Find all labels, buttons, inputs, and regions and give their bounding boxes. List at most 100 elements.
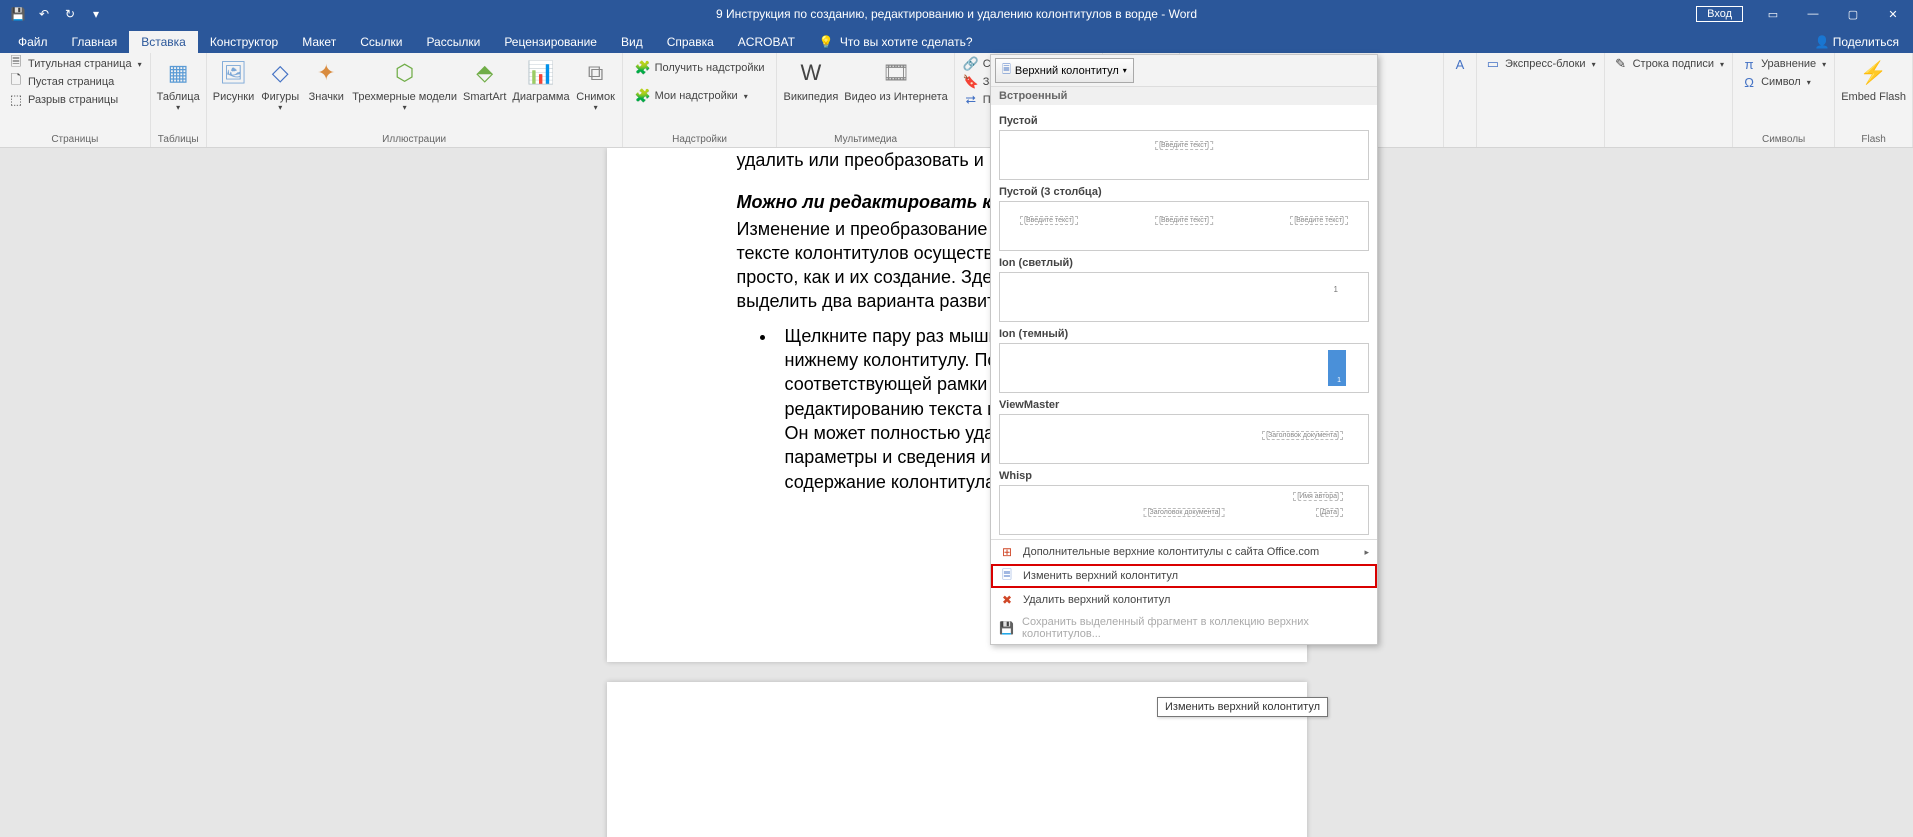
page-break-button[interactable]: ⬚Разрыв страницы xyxy=(4,91,122,109)
ribbon-options-icon[interactable]: ▭ xyxy=(1753,0,1793,28)
addins-icon: 🧩 xyxy=(635,88,651,104)
remove-header-icon: ✖ xyxy=(999,592,1015,608)
screenshot-icon: ⧉ xyxy=(580,57,612,89)
gallery-item-label: Ion (светлый) xyxy=(999,257,1369,269)
quickparts-button[interactable]: ▭Экспресс-блоки▾ xyxy=(1481,55,1600,73)
quickparts-icon: ▭ xyxy=(1485,56,1501,72)
page-break-icon: ⬚ xyxy=(8,92,24,108)
group-label: Иллюстрации xyxy=(211,132,618,147)
title-bar: 💾 ↶ ↻ ▾ 9 Инструкция по созданию, редакт… xyxy=(0,0,1913,28)
remove-header-button[interactable]: ✖ Удалить верхний колонтитул xyxy=(991,588,1377,612)
tooltip: Изменить верхний колонтитул xyxy=(1157,697,1328,717)
gallery-item-label: Пустой xyxy=(999,115,1369,127)
undo-icon[interactable]: ↶ xyxy=(32,2,56,26)
maximize-icon[interactable]: ▢ xyxy=(1833,0,1873,28)
group-text: ▭Экспресс-блоки▾ xyxy=(1477,53,1605,147)
group-label: Flash xyxy=(1839,132,1908,147)
equation-button[interactable]: πУравнение▾ xyxy=(1737,55,1830,73)
chart-button[interactable]: 📊Диаграмма xyxy=(510,55,571,105)
smartart-icon: ⬘ xyxy=(469,57,501,89)
save-icon[interactable]: 💾 xyxy=(6,2,30,26)
share-button[interactable]: 👤 Поделиться xyxy=(1800,31,1913,53)
gallery-section-title: Встроенный xyxy=(991,87,1377,105)
pictures-button[interactable]: 🖼Рисунки xyxy=(211,55,257,105)
minimize-icon[interactable]: — xyxy=(1793,0,1833,28)
signature-icon: ✎ xyxy=(1613,56,1629,72)
group-flash: ⚡Embed Flash Flash xyxy=(1835,53,1913,147)
screenshot-button[interactable]: ⧉Снимок▾ xyxy=(574,55,618,114)
login-button[interactable]: Вход xyxy=(1696,6,1743,22)
video-icon: 🎞 xyxy=(880,57,912,89)
icons-button[interactable]: ✦Значки xyxy=(304,55,348,105)
icons-icon: ✦ xyxy=(310,57,342,89)
group-media: WВикипедия 🎞Видео из Интернета Мультимед… xyxy=(777,53,954,147)
tab-references[interactable]: Ссылки xyxy=(348,31,414,53)
textbox-icon: A xyxy=(1452,56,1468,72)
group-tables: ▦Таблица▾ Таблицы xyxy=(151,53,207,147)
group-pages: 🗏Титульная страница▾ 🗋Пустая страница ⬚Р… xyxy=(0,53,151,147)
table-button[interactable]: ▦Таблица▾ xyxy=(155,55,202,114)
share-icon: 👤 xyxy=(1814,35,1829,49)
tab-home[interactable]: Главная xyxy=(60,31,130,53)
group-label: Надстройки xyxy=(627,132,773,147)
gallery-item-empty3[interactable]: [Введите текст] [Введите текст] [Введите… xyxy=(999,201,1369,251)
flash-button[interactable]: ⚡Embed Flash xyxy=(1839,55,1908,105)
gallery-item-whisp[interactable]: [Имя автора] [Заголовок документа] [Дата… xyxy=(999,485,1369,535)
tab-acrobat[interactable]: ACROBAT xyxy=(726,31,807,53)
save-selection-button: 💾 Сохранить выделенный фрагмент в коллек… xyxy=(991,612,1377,644)
smartart-button[interactable]: ⬘SmartArt xyxy=(461,55,508,105)
gallery-item-ion-dark[interactable]: 1 xyxy=(999,343,1369,393)
group-symbols: πУравнение▾ ΩСимвол▾ Символы xyxy=(1733,53,1835,147)
tellme-search[interactable]: 💡 Что вы хотите сделать? xyxy=(807,31,985,53)
gallery-item-label: Ion (темный) xyxy=(999,328,1369,340)
gallery-item-label: ViewMaster xyxy=(999,399,1369,411)
blank-page-button[interactable]: 🗋Пустая страница xyxy=(4,73,118,91)
my-addins-button[interactable]: 🧩Мои надстройки▾ xyxy=(631,87,752,105)
ribbon-tabs: Файл Главная Вставка Конструктор Макет С… xyxy=(0,28,1913,53)
tab-help[interactable]: Справка xyxy=(655,31,726,53)
shapes-button[interactable]: ◇Фигуры▾ xyxy=(258,55,302,114)
cube-icon: ⬡ xyxy=(389,57,421,89)
redo-icon[interactable]: ↻ xyxy=(58,2,82,26)
online-video-button[interactable]: 🎞Видео из Интернета xyxy=(842,55,949,105)
table-icon: ▦ xyxy=(162,57,194,89)
close-icon[interactable]: ✕ xyxy=(1873,0,1913,28)
store-icon: 🧩 xyxy=(635,60,651,76)
textbox-button[interactable]: A xyxy=(1448,55,1472,73)
get-addins-button[interactable]: 🧩Получить надстройки xyxy=(631,59,769,77)
signature-button[interactable]: ✎Строка подписи▾ xyxy=(1609,55,1728,73)
edit-header-button[interactable]: 🗏 Изменить верхний колонтитул xyxy=(991,564,1377,588)
header-gallery-dropdown: 🗏 Верхний колонтитул ▾ Встроенный Пустой… xyxy=(990,54,1378,645)
equation-icon: π xyxy=(1741,56,1757,72)
cover-page-button[interactable]: 🗏Титульная страница▾ xyxy=(4,55,146,73)
group-illustrations: 🖼Рисунки ◇Фигуры▾ ✦Значки ⬡Трехмерные мо… xyxy=(207,53,623,147)
tab-mailings[interactable]: Рассылки xyxy=(414,31,492,53)
group-addins: 🧩Получить надстройки 🧩Мои надстройки▾ На… xyxy=(623,53,778,147)
wikipedia-icon: W xyxy=(795,57,827,89)
lightbulb-icon: 💡 xyxy=(819,35,834,49)
gallery-item-viewmaster[interactable]: [Заголовок документа] xyxy=(999,414,1369,464)
quick-access-toolbar: 💾 ↶ ↻ ▾ xyxy=(0,2,108,26)
header-icon: 🗏 xyxy=(1002,61,1011,80)
edit-header-icon: 🗏 xyxy=(999,568,1015,584)
tab-review[interactable]: Рецензирование xyxy=(492,31,609,53)
symbol-icon: Ω xyxy=(1741,74,1757,90)
3d-models-button[interactable]: ⬡Трехмерные модели▾ xyxy=(350,55,459,114)
wikipedia-button[interactable]: WВикипедия xyxy=(781,55,840,105)
gallery-item-ion-light[interactable]: 1 xyxy=(999,272,1369,322)
tab-insert[interactable]: Вставка xyxy=(129,31,198,53)
gallery-item-empty[interactable]: [Введите текст] xyxy=(999,130,1369,180)
qat-customize-icon[interactable]: ▾ xyxy=(84,2,108,26)
tab-layout[interactable]: Макет xyxy=(290,31,348,53)
symbol-button[interactable]: ΩСимвол▾ xyxy=(1737,73,1815,91)
gallery-item-label: Whisp xyxy=(999,470,1369,482)
tab-design[interactable]: Конструктор xyxy=(198,31,290,53)
tab-view[interactable]: Вид xyxy=(609,31,655,53)
document-area[interactable]: удалить или преобразовать и пр. Можно ли… xyxy=(0,148,1913,837)
header-dropdown-button[interactable]: 🗏 Верхний колонтитул ▾ xyxy=(995,58,1134,83)
gallery-menu: ⊞ Дополнительные верхние колонтитулы с с… xyxy=(991,539,1377,644)
flash-icon: ⚡ xyxy=(1858,57,1890,89)
more-headers-button[interactable]: ⊞ Дополнительные верхние колонтитулы с с… xyxy=(991,540,1377,564)
group-label: Таблицы xyxy=(155,132,202,147)
tab-file[interactable]: Файл xyxy=(6,31,60,53)
